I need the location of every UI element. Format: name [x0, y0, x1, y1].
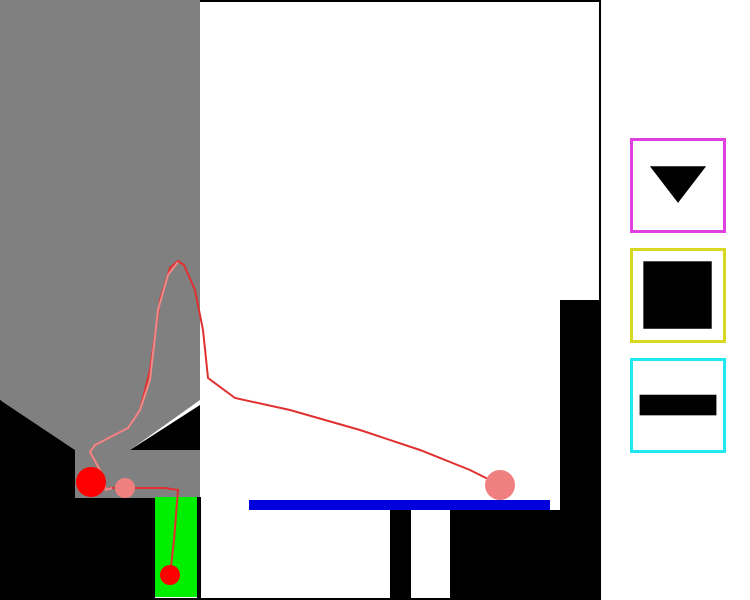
shaded-region	[0, 0, 200, 450]
tool-bar[interactable]	[630, 358, 726, 453]
goal-right-wall	[197, 497, 201, 600]
ball-red-small	[160, 565, 180, 585]
horizontal-bar-icon	[639, 394, 717, 416]
ball-pink-large	[485, 470, 515, 500]
support-pillar	[390, 510, 411, 600]
platform	[249, 500, 550, 510]
ball-red-large	[76, 467, 106, 497]
tool-triangle[interactable]	[630, 138, 726, 233]
lower-right-block	[450, 510, 600, 600]
tool-square[interactable]	[630, 248, 726, 343]
triangle-down-icon	[649, 166, 707, 203]
ball-pink-small	[115, 478, 135, 498]
left-floor-block	[0, 495, 155, 600]
square-icon	[643, 261, 712, 329]
